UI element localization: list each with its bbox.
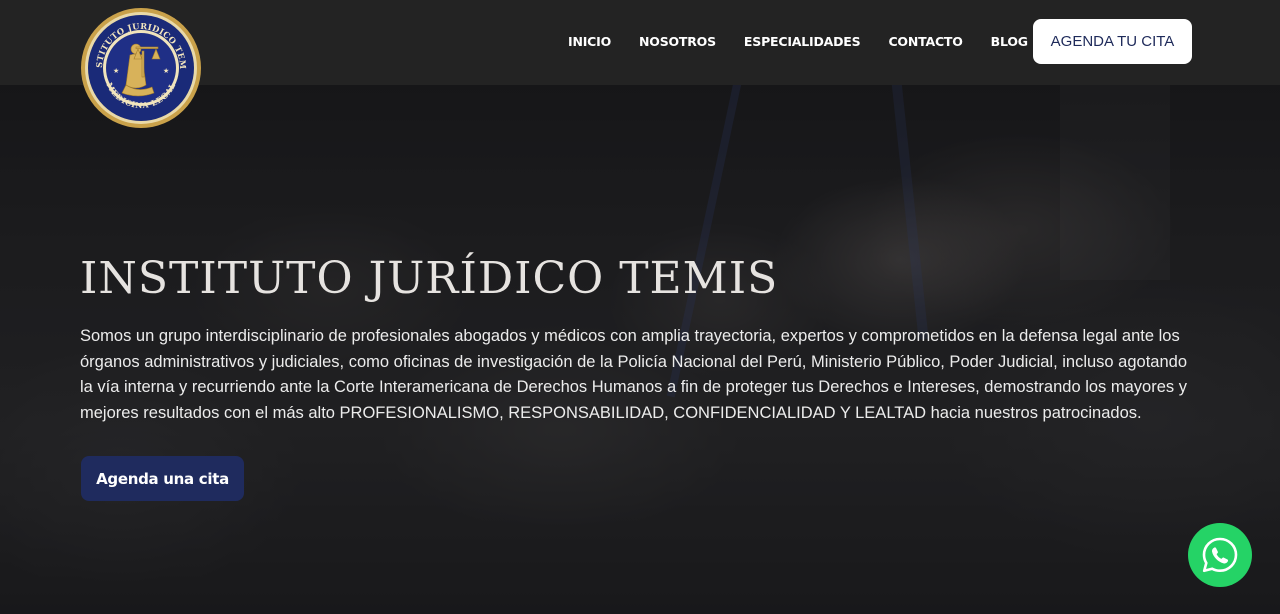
- nav-item-contacto[interactable]: CONTACTO: [888, 33, 962, 51]
- nav-item-inicio[interactable]: INICIO: [568, 33, 611, 51]
- hero-description: Somos un grupo interdisciplinario de pro…: [80, 327, 1188, 422]
- page: INICIO NOSOTROS ESPECIALIDADES CONTACTO …: [0, 0, 1280, 614]
- nav-item-nosotros[interactable]: NOSOTROS: [639, 33, 716, 51]
- logo-seal-icon: INSTITUTO JURIDICO TEMIS MEDICINA LEGAL …: [76, 0, 201, 128]
- svg-text:★: ★: [113, 67, 119, 75]
- whatsapp-icon: [1202, 537, 1238, 573]
- nav-item-especialidades[interactable]: ESPECIALIDADES: [744, 33, 861, 51]
- hero-title: INSTITUTO JURÍDICO TEMIS: [80, 253, 779, 304]
- svg-text:★: ★: [163, 67, 169, 75]
- nav-item-blog[interactable]: BLOG: [991, 33, 1028, 51]
- agenda-una-cita-button[interactable]: Agenda una cita: [81, 456, 244, 501]
- brand-logo[interactable]: INSTITUTO JURIDICO TEMIS MEDICINA LEGAL …: [76, 0, 202, 129]
- agenda-tu-cita-button[interactable]: AGENDA TU CITA: [1033, 19, 1192, 64]
- main-nav: INICIO NOSOTROS ESPECIALIDADES CONTACTO …: [568, 33, 1028, 51]
- whatsapp-button[interactable]: [1188, 523, 1252, 587]
- hero-section: INSTITUTO JURÍDICO TEMIS Somos un grupo …: [80, 248, 1190, 426]
